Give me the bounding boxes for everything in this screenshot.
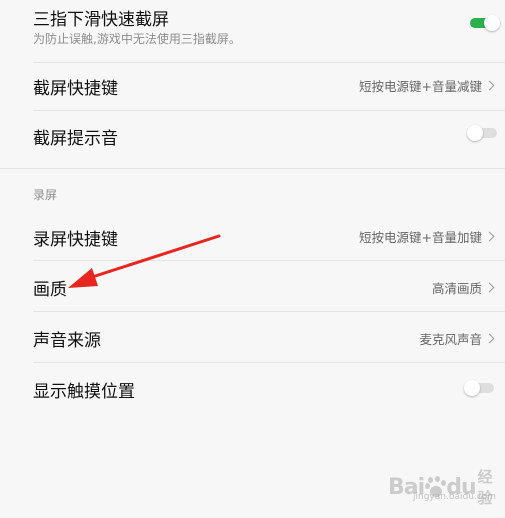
sound-source-value-text: 麦克风声音 [419,332,482,347]
chevron-right-icon [484,333,495,344]
chevron-right-icon [484,80,495,91]
three-finger-subtitle: 为防止误触,游戏中无法使用三指截屏。 [33,32,241,46]
three-finger-label: 三指下滑快速截屏 [33,10,169,30]
record-section-header: 录屏 [33,188,58,202]
screenshot-shortcut-label: 截屏快捷键 [33,79,118,99]
sound-source-value: 麦克风声音 [419,329,495,348]
record-shortcut-row[interactable]: 录屏快捷键 短按电源键+音量加键 [0,212,505,260]
show-touch-label: 显示触摸位置 [33,382,135,402]
toggle-knob [467,125,483,141]
toggle-knob [464,380,480,396]
quality-value-text: 高清画质 [431,281,482,296]
sound-source-row[interactable]: 声音来源 麦克风声音 [0,312,505,362]
record-shortcut-value: 短按电源键+音量加键 [359,227,495,246]
screenshot-sound-row[interactable]: 截屏提示音 [0,111,505,158]
show-touch-toggle[interactable] [464,380,494,396]
record-shortcut-label: 录屏快捷键 [33,230,118,250]
screenshot-shortcut-row[interactable]: 截屏快捷键 短按电源键+音量减键 [0,63,505,110]
quality-label: 画质 [33,280,67,300]
chevron-right-icon [484,282,495,293]
quality-row[interactable]: 画质 高清画质 [0,261,505,311]
section-separator [0,168,505,169]
quality-value: 高清画质 [431,278,495,297]
screenshot-shortcut-value-text: 短按电源键+音量减键 [359,79,482,94]
show-touch-row[interactable]: 显示触摸位置 [0,363,505,413]
settings-screen: 三指下滑快速截屏 为防止误触,游戏中无法使用三指截屏。 截屏快捷键 短按电源键+… [0,0,505,518]
sound-source-label: 声音来源 [33,331,101,351]
three-finger-screenshot-row[interactable]: 三指下滑快速截屏 为防止误触,游戏中无法使用三指截屏。 [0,0,505,62]
toggle-knob [484,15,500,31]
record-shortcut-value-text: 短按电源键+音量加键 [359,230,482,245]
screenshot-sound-toggle[interactable] [467,125,497,141]
three-finger-toggle[interactable] [470,15,500,31]
watermark-url: jingyan.baidu.com [413,492,497,502]
screenshot-sound-label: 截屏提示音 [33,129,118,149]
screenshot-shortcut-value: 短按电源键+音量减键 [359,76,495,95]
chevron-right-icon [484,231,495,242]
